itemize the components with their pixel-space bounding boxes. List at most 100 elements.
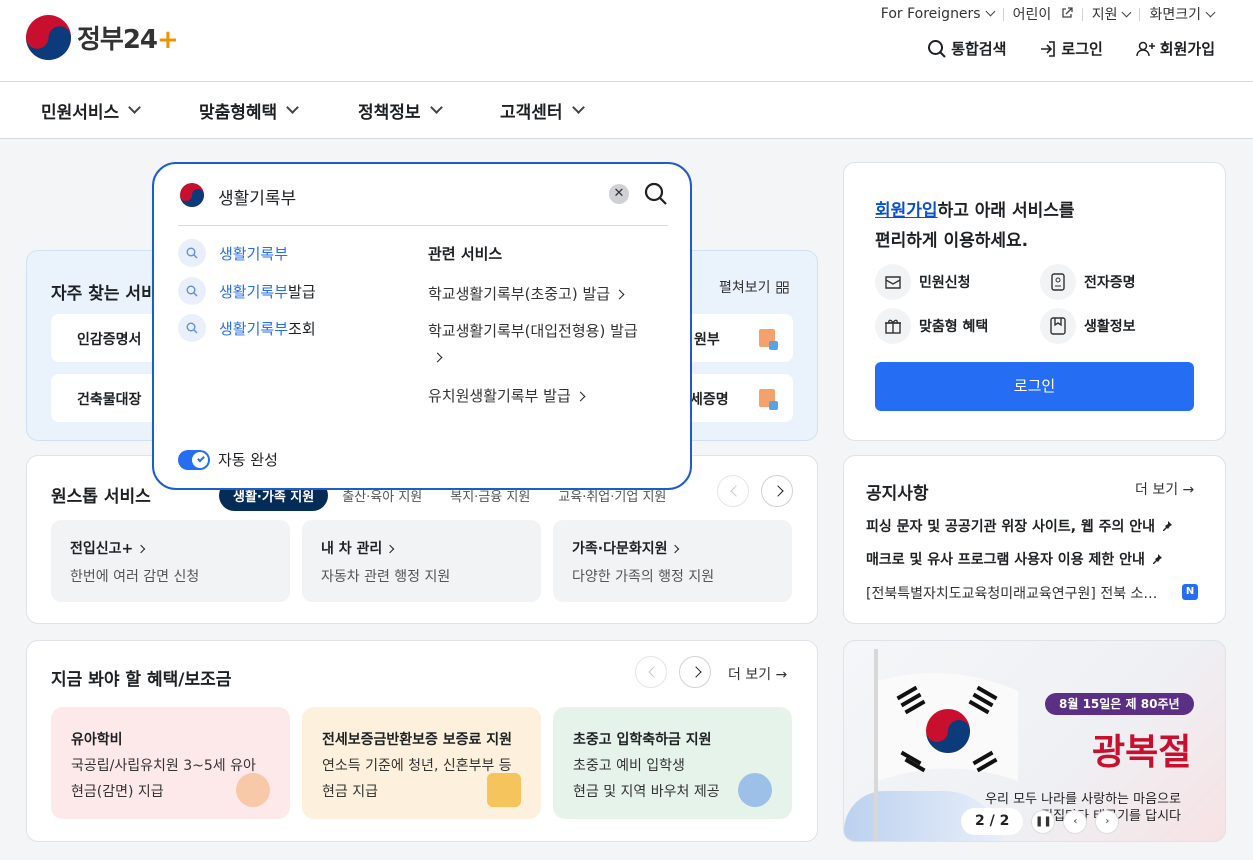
benefit-card[interactable]: 전세보증금반환보증 보증료 지원 연소득 기준에 청년, 신혼부부 등 현금 지… <box>302 707 541 819</box>
search-icon <box>928 39 946 58</box>
kids-link[interactable]: 어린이 <box>1004 4 1082 24</box>
nav-label: 정책정보 <box>358 103 421 123</box>
for-foreigners-link[interactable]: For Foreigners <box>872 6 1003 22</box>
chevron-down-icon <box>286 101 300 114</box>
tabs-prev-button[interactable] <box>717 475 749 507</box>
nav-civil-service[interactable]: 민원서비스 <box>41 98 142 123</box>
divider <box>178 225 668 226</box>
site-logo[interactable]: 정부24+ <box>25 14 179 61</box>
benefit-card[interactable]: 초중고 입학축하금 지원 초중고 예비 입학생 현금 및 지역 바우처 제공 <box>553 707 792 819</box>
suggestion-item[interactable]: 생활기록부 <box>178 239 288 267</box>
quick-civil-apply[interactable]: 민원신청 <box>875 264 971 300</box>
nav-custom-benefits[interactable]: 맞춤형혜택 <box>199 98 300 123</box>
notice-item-text: [전북특별자치도교육청미래교육연구원] 전북 소… <box>866 586 1158 602</box>
autocomplete-toggle[interactable] <box>178 449 210 470</box>
autocomplete-label: 자동 완성 <box>218 451 278 469</box>
search-input[interactable] <box>218 182 598 210</box>
benefits-prev-button[interactable] <box>635 656 667 688</box>
related-service-link[interactable]: 학교생활기록부(초중고) 발급 <box>428 281 668 307</box>
check-icon <box>197 454 205 462</box>
tabs-next-button[interactable] <box>761 475 793 507</box>
liberation-day-banner[interactable]: 8월 15일은 제 80주년 광복절 우리 모두 나라를 사랑하는 마음으로 집… <box>843 640 1226 842</box>
discount-tag-icon <box>487 773 521 807</box>
onestop-card-title: 내 차 관리 <box>321 538 541 558</box>
signup-link[interactable]: 회원가입 <box>1136 38 1215 59</box>
quick-e-certificate[interactable]: 전자증명 <box>1040 264 1136 300</box>
frequent-item-label: 건축물대장 <box>77 392 142 408</box>
onestop-card-title: 전입신고+ <box>70 538 290 558</box>
quick-custom-benefit[interactable]: 맞춤형 혜택 <box>875 308 988 344</box>
quick-label: 민원신청 <box>919 275 971 291</box>
autocomplete-toggle-row: 자동 완성 <box>178 449 278 470</box>
chevron-down-icon <box>571 101 585 114</box>
notice-title: 공지사항 <box>866 484 929 504</box>
header: 정부24+ For Foreigners 어린이 지원 화면크기 통합검색 로그… <box>0 0 1253 82</box>
screen-size-menu[interactable]: 화면크기 <box>1140 4 1223 24</box>
chevron-right-icon <box>432 352 443 363</box>
onestop-card-title-text: 내 차 관리 <box>321 541 383 557</box>
benefits-more-link[interactable]: 더 보기 → <box>728 664 787 684</box>
pause-icon[interactable]: ❚❚ <box>1031 809 1056 834</box>
suggestion-highlight: 생활기록부 <box>219 282 289 301</box>
add-user-icon <box>1136 41 1155 56</box>
id-card-icon <box>1040 264 1076 300</box>
onestop-card-title-text: 전입신고+ <box>70 541 134 557</box>
notice-item-text: 피싱 문자 및 공공기관 위장 사이트, 웹 주의 안내 <box>866 519 1156 535</box>
next-slide-icon[interactable]: › <box>1095 809 1120 834</box>
benefits-next-button[interactable] <box>679 656 711 688</box>
login-promo-line2: 편리하게 이용하세요. <box>875 231 1029 251</box>
chevron-right-icon <box>137 544 146 554</box>
quick-life-info[interactable]: 생활정보 <box>1040 308 1136 344</box>
header-actions: 통합검색 로그인 회원가입 <box>894 38 1215 59</box>
benefit-title: 유아학비 <box>71 732 123 748</box>
korean-flag-icon <box>878 673 1018 781</box>
suggestion-item[interactable]: 생활기록부 발급 <box>178 277 316 305</box>
login-icon <box>1041 40 1056 57</box>
child-illustration-icon <box>236 773 270 807</box>
related-service-link[interactable]: 학교생활기록부(대입전형용) 발급 <box>428 318 668 370</box>
integrated-search-button[interactable]: 통합검색 <box>927 38 1006 59</box>
benefit-card[interactable]: 유아학비 국공립/사립유치원 3~5세 유아 현금(감면) 지급 <box>51 707 290 819</box>
nav-label: 고객센터 <box>500 103 563 123</box>
nav-label: 맞춤형혜택 <box>199 103 278 123</box>
expand-button[interactable]: 펼쳐보기 <box>719 277 789 297</box>
frequent-item-label: 세증명 <box>690 392 729 408</box>
login-button[interactable]: 로그인 <box>875 362 1194 411</box>
banner-pill: 8월 15일은 제 80주년 <box>1045 693 1194 715</box>
search-submit-icon[interactable] <box>643 181 669 207</box>
nav-policy-info[interactable]: 정책정보 <box>358 98 443 123</box>
expand-label: 펼쳐보기 <box>719 280 771 296</box>
nav-customer-center[interactable]: 고객센터 <box>500 98 585 123</box>
frequent-item-label: 인감증명서 <box>77 332 142 348</box>
notice-item[interactable]: 매크로 및 유사 프로그램 사용자 이용 제한 안내 <box>866 549 1163 569</box>
login-link[interactable]: 로그인 <box>1039 38 1103 59</box>
signup-inline-link[interactable]: 회원가입 <box>875 201 938 221</box>
onestop-card[interactable]: 내 차 관리 자동차 관련 행정 지원 <box>302 520 541 602</box>
notice-item[interactable]: [전북특별자치도교육청미래교육연구원] 전북 소… <box>866 583 1166 603</box>
banner-sub-line: 우리 모두 나라를 사랑하는 마음으로 <box>985 792 1181 807</box>
grid-icon <box>776 281 789 293</box>
onestop-card[interactable]: 전입신고+ 한번에 여러 감면 신청 <box>51 520 290 602</box>
bookmark-icon <box>1040 308 1076 344</box>
onestop-card[interactable]: 가족·다문화지원 다양한 가족의 행정 지원 <box>553 520 792 602</box>
quick-label: 전자증명 <box>1084 275 1136 291</box>
prev-slide-icon[interactable]: ‹ <box>1063 809 1088 834</box>
taegeuk-icon <box>180 183 204 207</box>
support-label: 지원 <box>1091 7 1118 23</box>
onestop-card-desc: 자동차 관련 행정 지원 <box>321 569 451 585</box>
clear-search-button[interactable]: ✕ <box>609 184 629 204</box>
notice-more-link[interactable]: 더 보기 → <box>1135 479 1194 499</box>
notice-item[interactable]: 피싱 문자 및 공공기관 위장 사이트, 웹 주의 안내 <box>866 516 1173 536</box>
integrated-search-label: 통합검색 <box>951 40 1007 58</box>
suggestion-item[interactable]: 생활기록부 조회 <box>178 314 316 342</box>
login-label: 로그인 <box>1061 40 1103 58</box>
support-menu[interactable]: 지원 <box>1083 4 1140 24</box>
benefits-card: 지금 봐야 할 혜택/보조금 더 보기 → 유아학비 국공립/사립유치원 3~5… <box>26 640 818 842</box>
for-foreigners-label: For Foreigners <box>880 6 981 22</box>
search-icon <box>178 239 206 267</box>
onestop-card-desc: 다양한 가족의 행정 지원 <box>572 569 715 585</box>
login-card: 회원가입하고 아래 서비스를 편리하게 이용하세요. 민원신청 전자증명 맞춤형… <box>843 162 1226 441</box>
nav-label: 민원서비스 <box>41 103 120 123</box>
related-service-link[interactable]: 유치원생활기록부 발급 <box>428 383 668 409</box>
search-icon <box>178 277 206 305</box>
